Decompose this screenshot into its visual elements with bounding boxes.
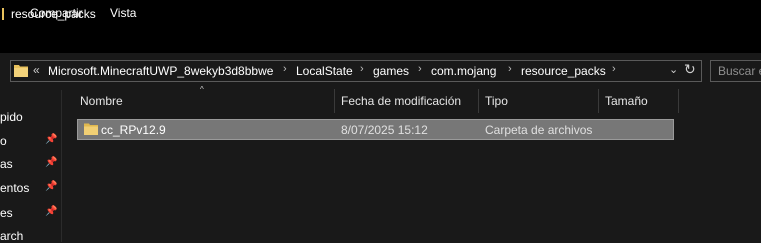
column-header-type[interactable]: Tipo — [485, 94, 508, 108]
breadcrumb-chevron-icon[interactable]: › — [283, 63, 287, 75]
column-divider[interactable] — [598, 89, 599, 113]
column-divider[interactable] — [678, 89, 679, 113]
nav-item-5[interactable]: es — [0, 206, 13, 220]
refresh-icon[interactable]: ↻ — [684, 61, 696, 78]
breadcrumb-chevron-icon[interactable]: › — [612, 63, 616, 75]
pin-icon: 📌 — [45, 134, 58, 145]
nav-item-2[interactable]: o — [0, 134, 7, 148]
breadcrumb-chevron-icon[interactable]: › — [418, 63, 422, 75]
breadcrumb-games[interactable]: games — [373, 64, 409, 78]
pane-divider[interactable] — [61, 90, 62, 242]
nav-item-3[interactable]: as — [0, 157, 13, 171]
address-history-dropdown-icon[interactable]: ⌄ — [669, 63, 678, 76]
tab-view[interactable]: Vista — [110, 6, 136, 20]
column-header-size[interactable]: Tamaño — [605, 94, 648, 108]
breadcrumb-chevron-icon[interactable]: › — [508, 63, 512, 75]
search-placeholder: Buscar e — [718, 64, 761, 78]
column-header-name[interactable]: Nombre — [80, 94, 123, 108]
nav-item-search[interactable]: arch — [0, 229, 23, 243]
breadcrumb-resource-packs[interactable]: resource_packs — [521, 64, 606, 78]
column-divider[interactable] — [478, 89, 479, 113]
breadcrumb-microsoft-minecraft[interactable]: Microsoft.MinecraftUWP_8wekyb3d8bbwe — [48, 64, 273, 78]
column-header-date-modified[interactable]: Fecha de modificación — [341, 94, 461, 108]
ribbon — [0, 28, 761, 53]
breadcrumb-localstate[interactable]: LocalState — [296, 64, 353, 78]
nav-item-4[interactable]: entos — [0, 181, 29, 195]
column-divider[interactable] — [334, 89, 335, 113]
folder-icon — [14, 65, 28, 77]
tab-share[interactable]: Compartir — [30, 6, 83, 20]
folder-icon — [2, 8, 4, 20]
file-name[interactable]: cc_RPv12.9 — [101, 123, 166, 137]
file-type: Carpeta de archivos — [485, 123, 593, 137]
breadcrumb-overflow-button[interactable]: « — [33, 63, 40, 77]
pin-icon: 📌 — [45, 181, 58, 192]
breadcrumb-com-mojang[interactable]: com.mojang — [431, 64, 496, 78]
pin-icon: 📌 — [45, 157, 58, 168]
pin-icon: 📌 — [45, 206, 58, 217]
file-date-modified: 8/07/2025 15:12 — [341, 123, 428, 137]
sort-ascending-icon: ^ — [200, 85, 204, 94]
folder-icon — [84, 123, 98, 135]
nav-item-quick-access[interactable]: pido — [0, 110, 23, 124]
breadcrumb-chevron-icon[interactable]: › — [360, 63, 364, 75]
